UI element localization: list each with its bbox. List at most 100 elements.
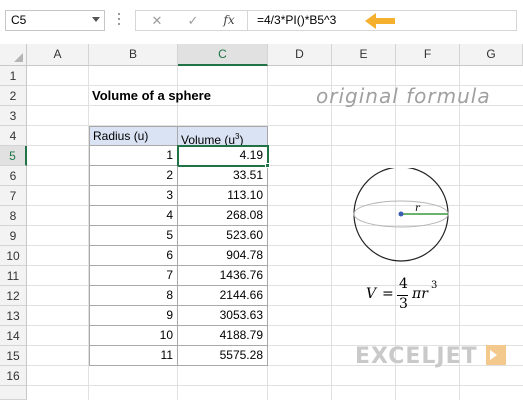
formula-denominator: 3 — [399, 296, 408, 312]
row-header-9[interactable]: 9 — [0, 226, 27, 246]
row-header-4[interactable]: 4 — [0, 126, 27, 146]
volume-cell[interactable]: 904.78 — [178, 246, 268, 266]
arrow-left-icon — [365, 13, 395, 29]
formula-bar: C5 ✕ ✓ fx =4/3*PI()*B5^3 — [0, 0, 523, 44]
volume-cell[interactable]: 2144.66 — [178, 286, 268, 306]
table-header-volume[interactable]: Volume (u3) — [178, 126, 268, 147]
radius-cell[interactable]: 8 — [89, 286, 178, 306]
volume-cell[interactable]: 523.60 — [178, 226, 268, 246]
row-label: 13 — [6, 309, 20, 323]
name-box[interactable]: C5 — [5, 10, 105, 31]
formula-text: =4/3*PI()*B5^3 — [257, 13, 337, 27]
row-label: 16 — [6, 369, 20, 383]
volume-cell[interactable]: 1436.76 — [178, 266, 268, 286]
sphere-diagram: r — [353, 168, 449, 262]
fill-handle[interactable] — [265, 163, 270, 168]
radius-cell[interactable]: 11 — [89, 346, 178, 366]
row-label: 4 — [9, 129, 17, 143]
row-header-3[interactable]: 3 — [0, 106, 27, 126]
column-label: A — [53, 47, 62, 61]
row-label: 14 — [6, 329, 20, 343]
drag-handle-icon[interactable] — [116, 13, 122, 27]
volume-cell[interactable]: 33.51 — [178, 166, 268, 186]
volume-cell[interactable]: 5575.28 — [178, 346, 268, 366]
column-header-b[interactable]: B — [89, 44, 178, 66]
select-all-button[interactable] — [0, 44, 27, 66]
row-header-1[interactable]: 1 — [0, 66, 27, 86]
column-label: B — [128, 47, 137, 61]
row-label: 10 — [6, 249, 20, 263]
row-label: 7 — [9, 189, 17, 203]
column-label: D — [295, 47, 304, 61]
column-label: C — [218, 47, 227, 61]
row-label: 8 — [9, 209, 17, 223]
table-header-radius[interactable]: Radius (u) — [89, 126, 178, 146]
radius-cell[interactable]: 10 — [89, 326, 178, 346]
row-label: 15 — [6, 349, 20, 363]
row-header-13[interactable]: 13 — [0, 306, 27, 326]
row-header-17[interactable] — [0, 386, 27, 400]
row-header-5[interactable]: 5 — [0, 146, 27, 166]
column-header-a[interactable]: A — [27, 44, 89, 66]
row-label: 11 — [6, 269, 20, 283]
row-label: 12 — [6, 289, 20, 303]
formula-numerator: 4 — [399, 276, 408, 292]
row-header-6[interactable]: 6 — [0, 166, 27, 186]
radius-cell[interactable]: 1 — [89, 146, 178, 166]
formula-buttons: ✕ ✓ fx — [135, 10, 247, 31]
row-label: 9 — [9, 229, 17, 243]
volume-cell[interactable]: 268.08 — [178, 206, 268, 226]
column-header-e[interactable]: E — [332, 44, 396, 66]
insert-function-icon[interactable]: fx — [214, 11, 244, 30]
active-cell-c5[interactable]: 4.19 — [177, 145, 269, 167]
volume-cell[interactable]: 3053.63 — [178, 306, 268, 326]
row-header-16[interactable]: 16 — [0, 366, 27, 386]
chevron-down-icon[interactable] — [92, 17, 100, 22]
column-header-d[interactable]: D — [268, 44, 332, 66]
row-header-15[interactable]: 15 — [0, 346, 27, 366]
row-label: 5 — [9, 149, 16, 163]
row-header-7[interactable]: 7 — [0, 186, 27, 206]
name-box-value: C5 — [11, 13, 27, 27]
volume-cell[interactable]: 4188.79 — [178, 326, 268, 346]
row-header-12[interactable]: 12 — [0, 286, 27, 306]
row-label: 2 — [9, 89, 17, 103]
logo-mark-icon — [486, 345, 507, 365]
column-header-f[interactable]: F — [396, 44, 460, 66]
formula-rhs: πr — [412, 286, 428, 302]
row-header-8[interactable]: 8 — [0, 206, 27, 226]
cancel-icon[interactable]: ✕ — [142, 11, 172, 30]
radius-cell[interactable]: 5 — [89, 226, 178, 246]
column-header-g[interactable]: G — [460, 44, 523, 66]
sheet-title[interactable]: Volume of a sphere — [92, 86, 211, 106]
logo-text: EXCELJET — [355, 344, 478, 369]
row-label: 1 — [9, 69, 17, 83]
header-label: Radius (u) — [93, 129, 149, 143]
volume-cell[interactable]: 113.10 — [178, 186, 268, 206]
radius-cell[interactable]: 9 — [89, 306, 178, 326]
formula-exponent: 3 — [431, 280, 438, 291]
row-label: 6 — [9, 169, 17, 183]
enter-icon[interactable]: ✓ — [178, 11, 208, 30]
radius-cell[interactable]: 2 — [89, 166, 178, 186]
row-header-14[interactable]: 14 — [0, 326, 27, 346]
column-label: G — [486, 47, 496, 61]
column-label: E — [359, 47, 368, 61]
row-header-11[interactable]: 11 — [0, 266, 27, 286]
row-header-10[interactable]: 10 — [0, 246, 27, 266]
header-label: Volume (u — [181, 133, 236, 147]
radius-cell[interactable]: 4 — [89, 206, 178, 226]
header-close: ) — [239, 133, 244, 147]
row-header-2[interactable]: 2 — [0, 86, 27, 106]
exceljet-logo: EXCELJET — [355, 344, 507, 369]
radius-cell[interactable]: 3 — [89, 186, 178, 206]
annotation-text: original formula — [316, 84, 491, 108]
column-label: F — [423, 47, 432, 61]
radius-cell[interactable]: 7 — [89, 266, 178, 286]
column-header-c[interactable]: C — [178, 44, 268, 66]
formula-eq: = — [382, 286, 394, 302]
row-label: 3 — [9, 109, 17, 123]
formula-lhs: V — [366, 286, 377, 302]
radius-cell[interactable]: 6 — [89, 246, 178, 266]
radius-label: r — [415, 203, 421, 214]
